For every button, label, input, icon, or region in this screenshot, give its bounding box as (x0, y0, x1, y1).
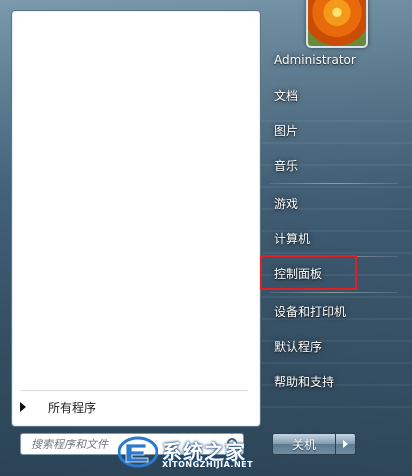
shutdown-options-button[interactable] (336, 433, 356, 455)
menu-item-label: 计算机 (274, 231, 311, 246)
watermark-logo-icon (118, 436, 158, 468)
triangle-right-icon (343, 440, 348, 448)
menu-item-documents[interactable]: 文档 (266, 80, 396, 110)
watermark-url: XITONGZHIJIA.NET (162, 460, 254, 469)
right-divider (270, 292, 398, 293)
menu-item-label: 默认程序 (274, 339, 323, 354)
highlight-box (260, 255, 357, 290)
menu-item-label: 游戏 (274, 196, 299, 211)
programs-separator (20, 390, 248, 391)
all-programs-label: 所有程序 (48, 400, 97, 415)
watermark: 系统之家 XITONGZHIJIA.NET (118, 432, 268, 474)
menu-item-games[interactable]: 游戏 (266, 188, 396, 218)
menu-item-pictures[interactable]: 图片 (266, 115, 396, 145)
right-divider (270, 183, 398, 184)
menu-item-label: 文档 (274, 88, 299, 103)
shutdown-label: 关机 (291, 437, 316, 452)
user-name-link[interactable]: Administrator (266, 45, 396, 75)
menu-item-computer[interactable]: 计算机 (266, 223, 396, 253)
menu-item-label: 图片 (274, 123, 299, 138)
menu-item-label: 设备和打印机 (274, 304, 347, 319)
menu-item-label: 音乐 (274, 158, 299, 173)
menu-item-help-support[interactable]: 帮助和支持 (266, 366, 396, 396)
menu-item-default-programs[interactable]: 默认程序 (266, 331, 396, 361)
menu-item-label: 帮助和支持 (274, 374, 335, 389)
start-menu: 所有程序 Administrator 文档 图片 音乐 游戏 计算机 控制面板 … (0, 0, 412, 476)
menu-item-devices-printers[interactable]: 设备和打印机 (266, 296, 396, 326)
triangle-right-icon (20, 402, 26, 412)
user-name-label: Administrator (274, 53, 356, 67)
all-programs-button[interactable]: 所有程序 (18, 395, 248, 419)
user-avatar[interactable] (306, 0, 368, 48)
shutdown-button[interactable]: 关机 (272, 433, 336, 455)
programs-pane (11, 10, 261, 427)
menu-item-music[interactable]: 音乐 (266, 150, 396, 180)
